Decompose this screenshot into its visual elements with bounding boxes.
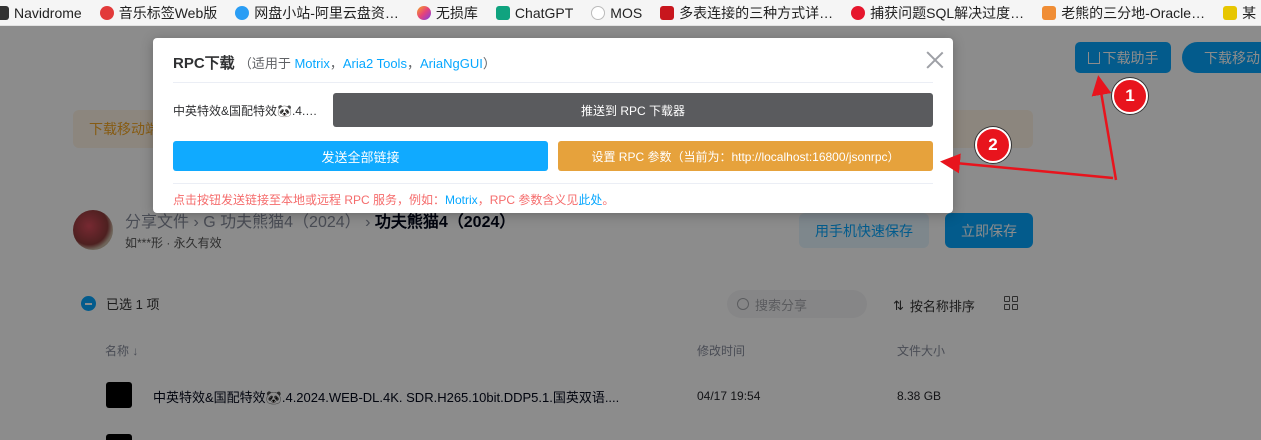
motrix-link[interactable]: Motrix <box>294 56 329 71</box>
bookmark-icon <box>1223 5 1238 20</box>
push-to-rpc-button[interactable]: 推送到 RPC 下载器 <box>333 93 933 127</box>
bookmark-lossless[interactable]: 无损库 <box>416 3 478 23</box>
send-all-links-button[interactable]: 发送全部链接 <box>173 141 548 171</box>
chatgpt-icon <box>495 5 510 20</box>
hint-docs-link[interactable]: 此处 <box>578 193 602 207</box>
lossless-icon <box>416 5 431 20</box>
bookmark-music-tag[interactable]: 音乐标签Web版 <box>99 3 217 23</box>
bookmarks-bar: Navidrome 音乐标签Web版 网盘小站-阿里云盘资… 无损库 ChatG… <box>0 0 1261 26</box>
bookmark-blog[interactable]: 老熊的三分地-Oracle… <box>1042 3 1205 23</box>
close-icon[interactable] <box>925 50 945 70</box>
blog-icon <box>1042 5 1057 20</box>
dialog-title: RPC下载 （适用于 Motrix，Aria2 Tools，AriaNgGUI） <box>173 55 496 72</box>
bookmark-more[interactable]: 某 <box>1223 3 1256 23</box>
bookmark-navidrome[interactable]: Navidrome <box>0 5 82 21</box>
hint-motrix-link[interactable]: Motrix <box>445 193 478 207</box>
music-tag-icon <box>99 5 114 20</box>
dialog-subtitle: （适用于 Motrix，Aria2 Tools，AriaNgGUI） <box>238 56 496 71</box>
navidrome-icon <box>0 5 9 20</box>
rpc-settings-button[interactable]: 设置 RPC 参数（当前为：http://localhost:16800/jso… <box>558 141 933 171</box>
bookmark-cloud[interactable]: 网盘小站-阿里云盘资… <box>235 3 399 23</box>
csdn-icon <box>660 5 675 20</box>
bookmark-weibo[interactable]: 捕获问题SQL解决过度… <box>851 3 1024 23</box>
cloud-icon <box>235 5 250 20</box>
mos-icon <box>591 5 606 20</box>
dialog-file-name: 中英特效&国配特效🐼.4.2024.WEB-DL.4K <box>173 104 323 118</box>
weibo-icon <box>851 5 866 20</box>
bookmark-csdn[interactable]: 多表连接的三种方式详… <box>660 3 833 23</box>
aria2-tools-link[interactable]: Aria2 Tools <box>343 56 407 71</box>
annotation-badge-2: 2 <box>975 127 1011 163</box>
divider <box>173 183 933 184</box>
bookmark-chatgpt[interactable]: ChatGPT <box>495 5 573 21</box>
bookmark-mos[interactable]: MOS <box>591 5 642 21</box>
rpc-hint: 点击按钮发送链接至本地或远程 RPC 服务，例如：Motrix，RPC 参数含义… <box>173 193 615 207</box>
divider <box>173 82 933 83</box>
rpc-download-dialog: RPC下载 （适用于 Motrix，Aria2 Tools，AriaNgGUI）… <box>153 38 953 213</box>
annotation-badge-1: 1 <box>1112 78 1148 114</box>
ariang-gui-link[interactable]: AriaNgGUI <box>420 56 483 71</box>
